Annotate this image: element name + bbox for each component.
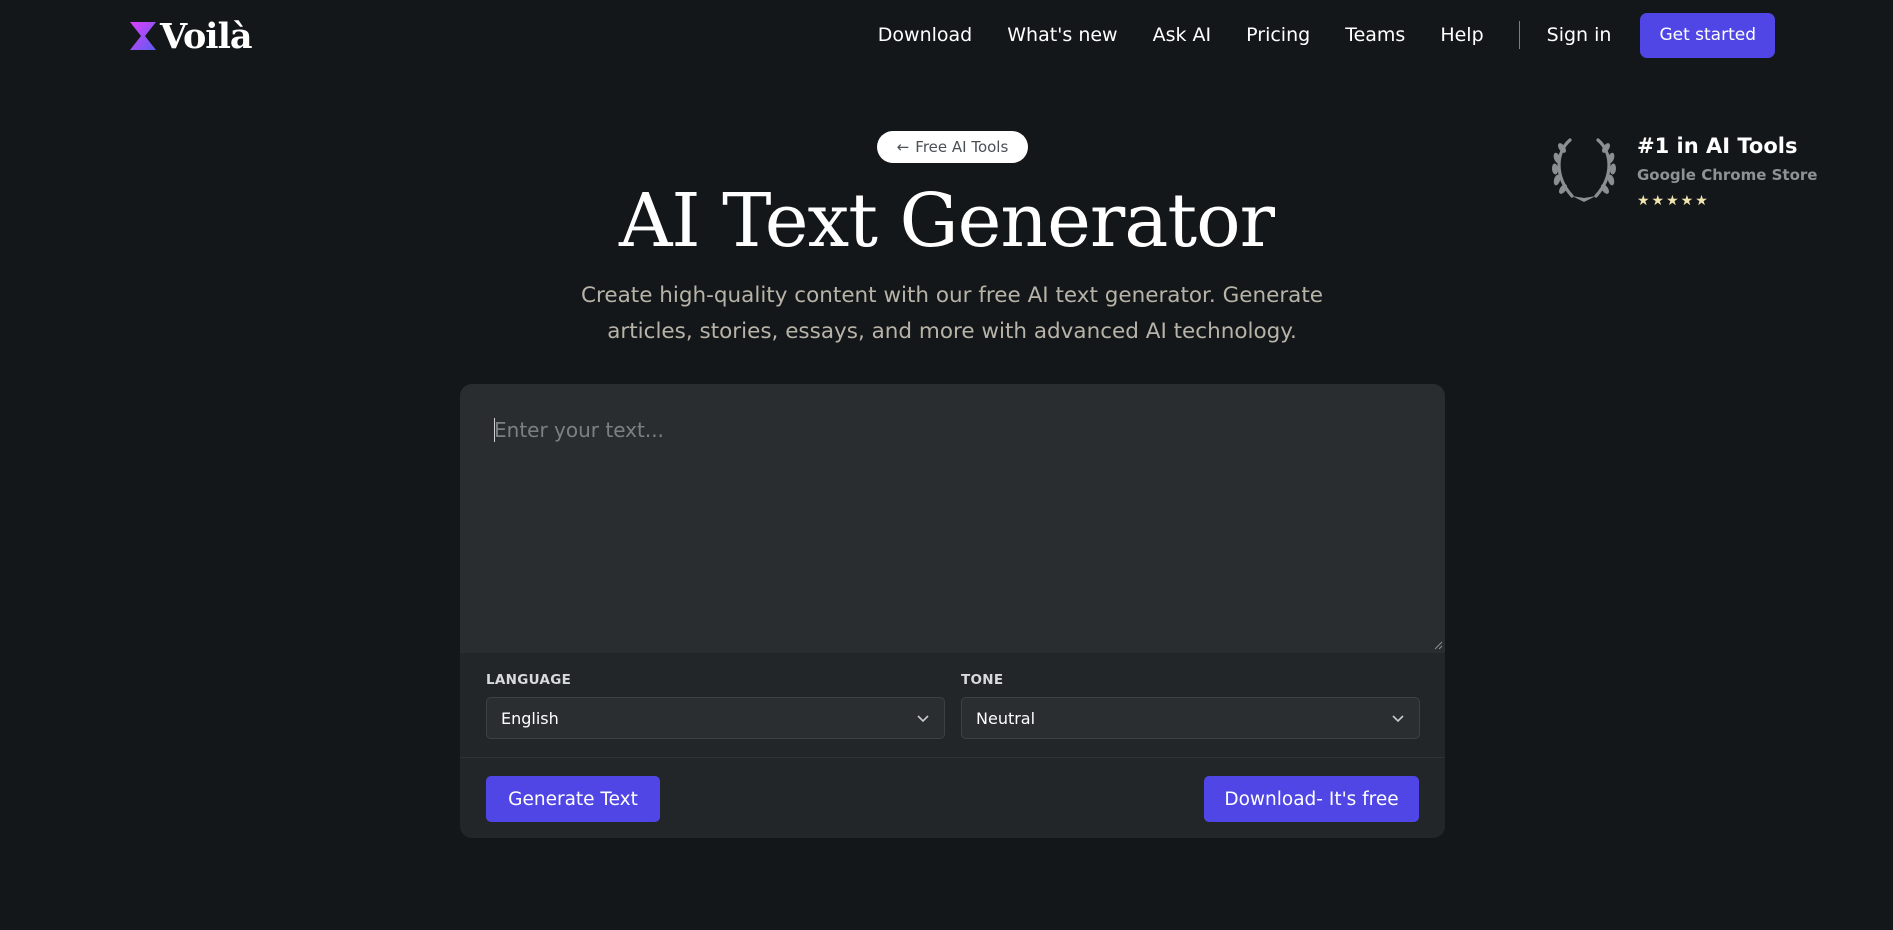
chevron-down-icon xyxy=(917,715,929,723)
sign-in-link[interactable]: Sign in xyxy=(1547,24,1612,46)
arrow-left-icon: ← xyxy=(896,138,910,156)
hourglass-logo-icon xyxy=(130,22,156,50)
tone-label: TONE xyxy=(961,672,1004,688)
nav-divider xyxy=(1518,21,1520,49)
top-nav: Download What's new Ask AI Pricing Teams… xyxy=(878,12,1775,58)
text-caret xyxy=(494,418,495,442)
nav-teams[interactable]: Teams xyxy=(1345,24,1405,46)
language-select[interactable]: English xyxy=(486,697,945,739)
download-free-button[interactable]: Download- It's free xyxy=(1204,776,1419,822)
nav-help[interactable]: Help xyxy=(1440,24,1483,46)
text-input[interactable] xyxy=(460,384,1445,653)
pill-label: Free AI Tools xyxy=(915,138,1009,156)
language-label: LANGUAGE xyxy=(486,672,572,688)
tone-select[interactable]: Neutral xyxy=(961,697,1420,739)
get-started-button[interactable]: Get started xyxy=(1640,12,1775,58)
chevron-down-icon xyxy=(1392,715,1404,723)
award-title: #1 in AI Tools xyxy=(1637,134,1798,158)
language-value: English xyxy=(501,708,559,728)
tone-value: Neutral xyxy=(976,708,1036,728)
page-title: AI Text Generator xyxy=(618,178,1275,264)
nav-ask-ai[interactable]: Ask AI xyxy=(1153,24,1212,46)
brand-logo[interactable]: Voilà xyxy=(129,15,253,57)
free-ai-tools-back-link[interactable]: ← Free AI Tools xyxy=(877,131,1028,163)
nav-whats-new[interactable]: What's new xyxy=(1007,24,1117,46)
brand-name: Voilà xyxy=(160,15,253,57)
nav-pricing[interactable]: Pricing xyxy=(1246,24,1310,46)
card-divider xyxy=(460,757,1445,758)
generator-card: LANGUAGE English TONE Neutral Generate T… xyxy=(460,384,1445,838)
resize-handle-icon[interactable] xyxy=(1433,640,1443,650)
generate-text-button[interactable]: Generate Text xyxy=(486,776,660,822)
page-subtitle: Create high-quality content with our fre… xyxy=(581,283,1323,344)
nav-download[interactable]: Download xyxy=(878,24,972,46)
